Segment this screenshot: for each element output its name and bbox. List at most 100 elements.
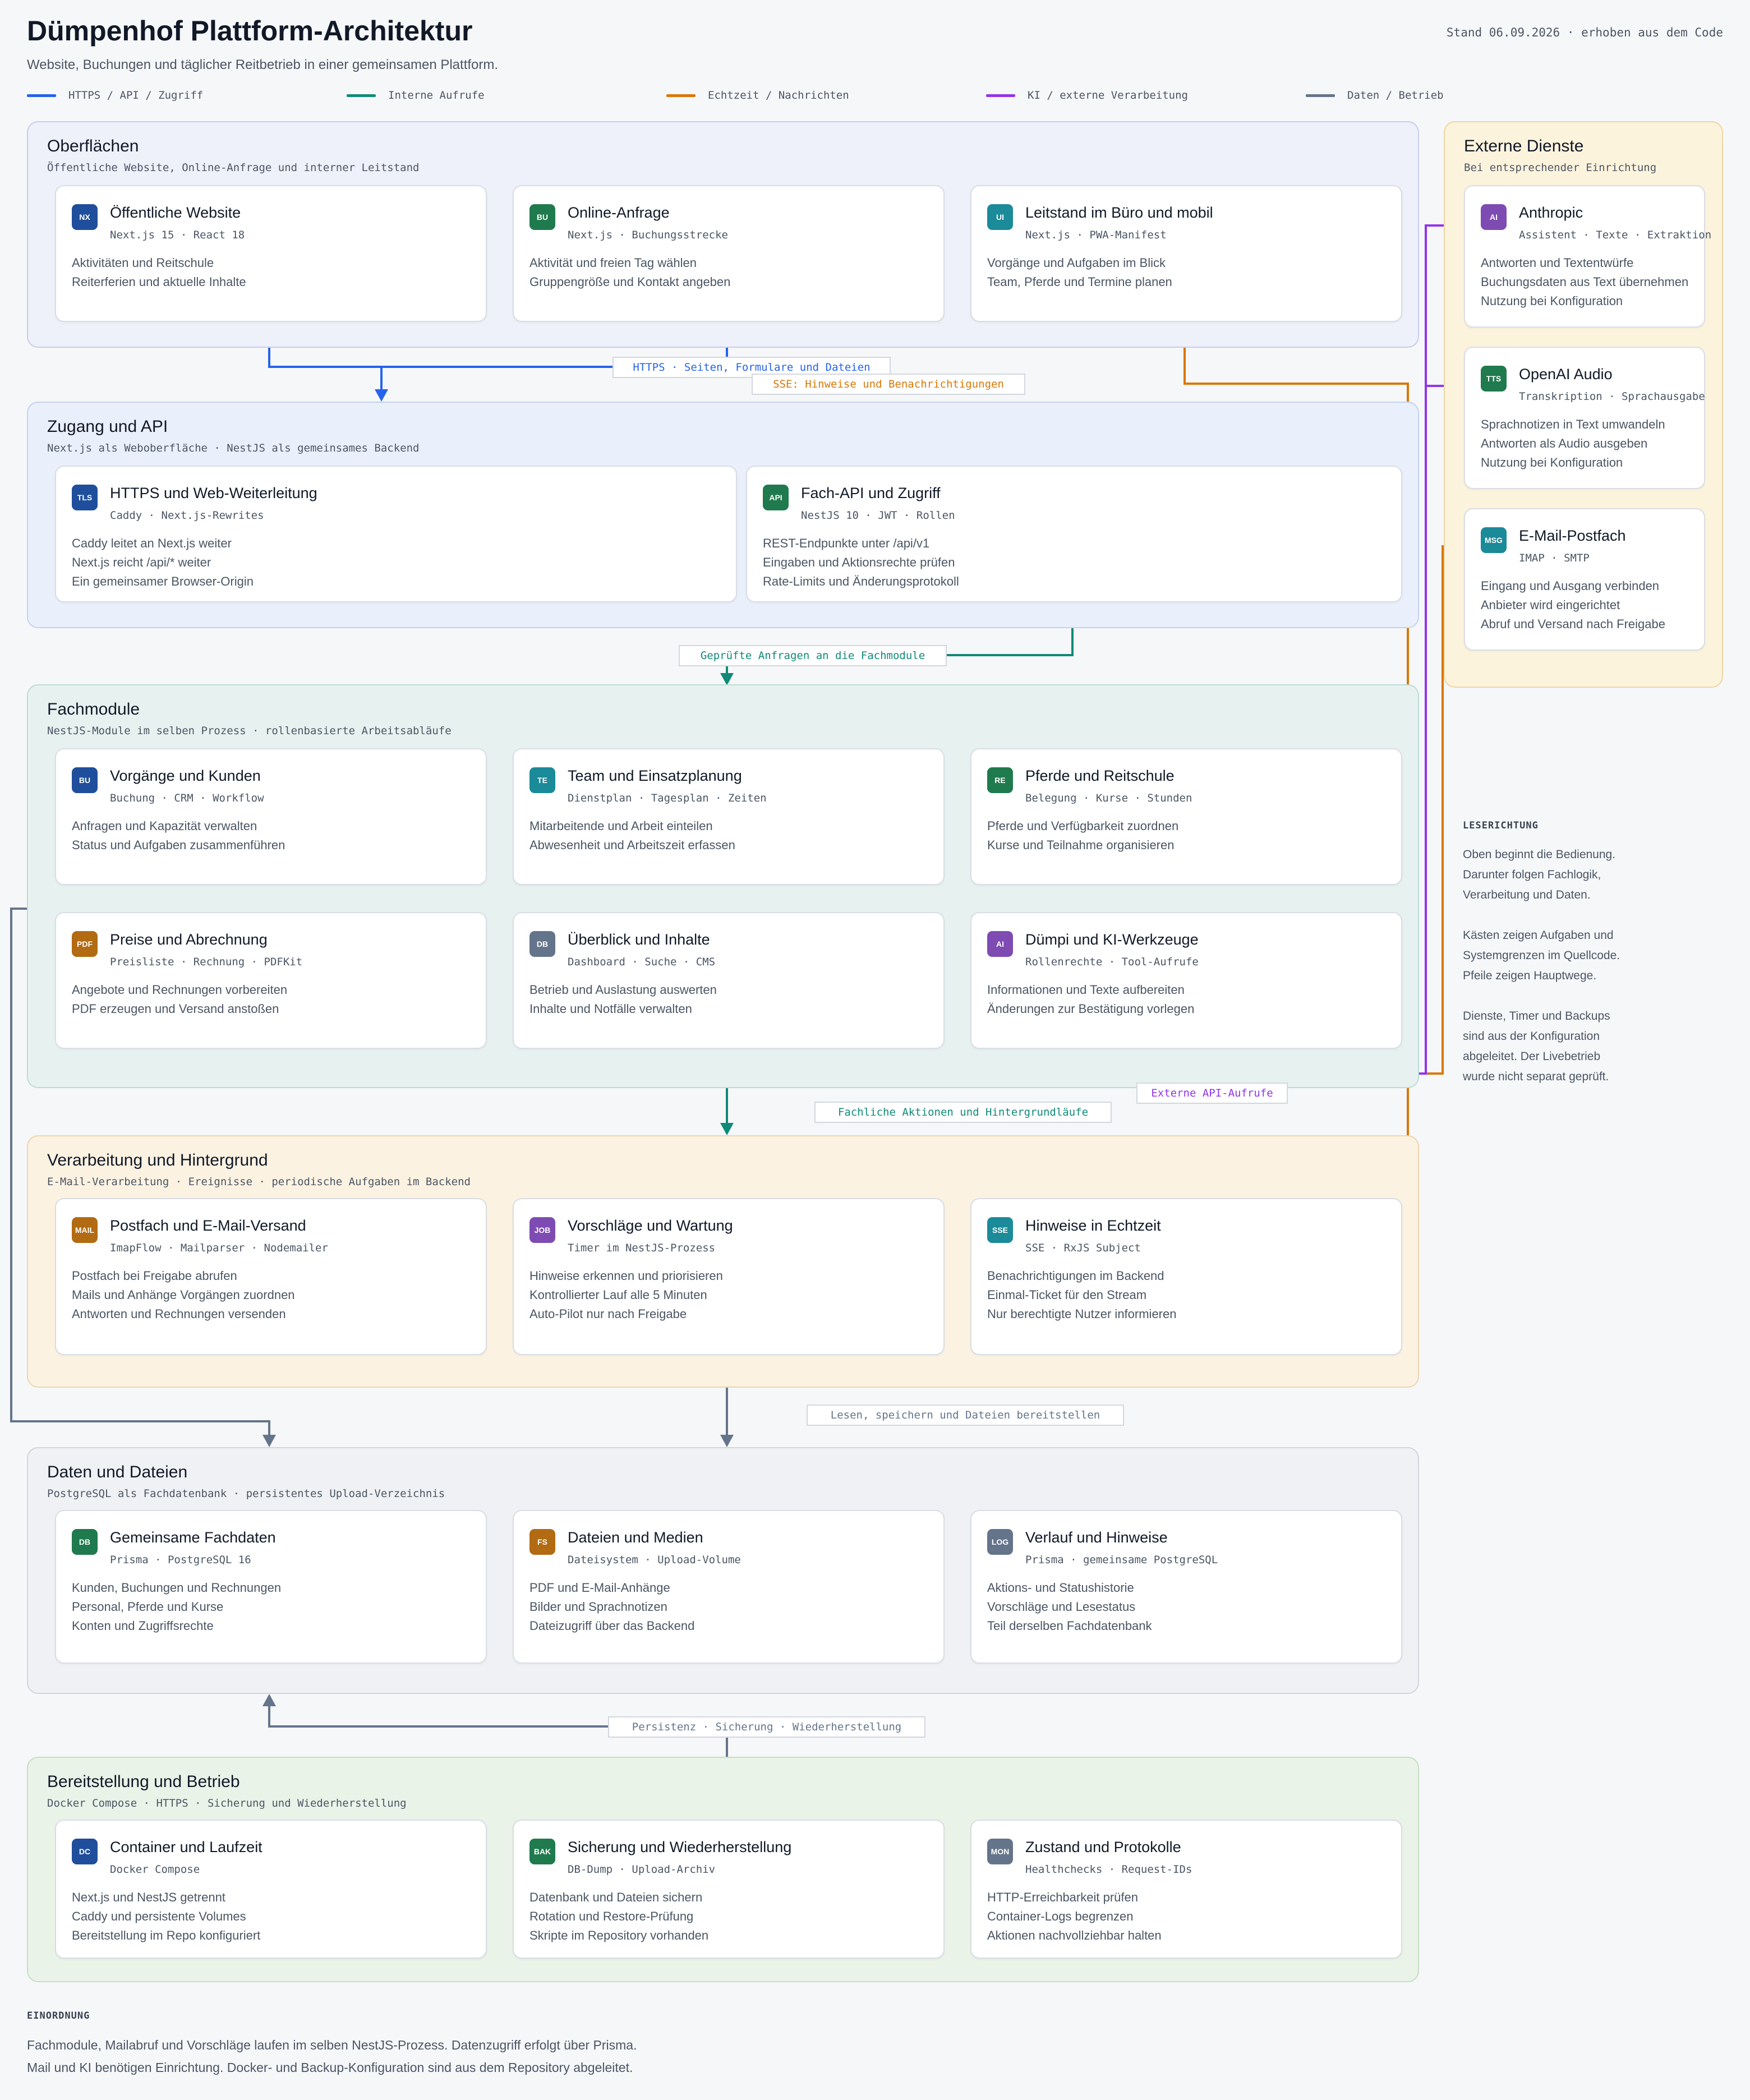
card-title: Sicherung und Wiederherstellung: [568, 1839, 792, 1855]
section-title: Externe Dienste: [1464, 137, 1584, 155]
section-title: Fachmodule: [47, 700, 140, 719]
card-title: Online-Anfrage: [568, 204, 670, 221]
card-line: Betrieb und Auslastung auswerten: [529, 983, 717, 997]
card-verarbeitung-0: MAIL Postfach und E-Mail-Versand ImapFlow …: [55, 1198, 487, 1355]
card-badge-icon: AI: [1481, 204, 1507, 230]
card-line: Antworten und Rechnungen versenden: [72, 1307, 286, 1321]
connector-label-gepruefte: Geprüfte Anfragen an die Fachmodule: [679, 645, 947, 666]
card-tech: Timer im NestJS-Prozess: [568, 1242, 716, 1254]
card-line: Kurse und Teilnahme organisieren: [987, 838, 1175, 852]
card-badge-icon: LOG: [987, 1529, 1013, 1555]
card-line: Kunden, Buchungen und Rechnungen: [72, 1581, 282, 1595]
card-tech: Dashboard · Suche · CMS: [568, 956, 716, 968]
card-fachmodule-5: AI Dümpi und KI-Werkzeuge Rollenrechte · T…: [970, 912, 1402, 1049]
card-line: Eingaben und Aktionsrechte prüfen: [763, 555, 955, 569]
card-tech: Prisma · gemeinsame PostgreSQL: [1025, 1554, 1218, 1566]
card-oberflaechen-2: UI Leitstand im Büro und mobil Next.js · P…: [970, 185, 1402, 322]
card-title: Zustand und Protokolle: [1025, 1839, 1181, 1855]
card-title: Verlauf und Hinweise: [1025, 1529, 1168, 1546]
card-line: Dateizugriff über das Backend: [529, 1619, 695, 1633]
section-title: Oberflächen: [47, 137, 139, 155]
card-line: Aktionen nachvollziehbar halten: [987, 1928, 1162, 1942]
section-title: Verarbeitung und Hintergrund: [47, 1151, 268, 1169]
section-oberflaechen: Oberflächen Öffentliche Website, Online-A…: [27, 121, 1419, 348]
card-tech: Dienstplan · Tagesplan · Zeiten: [568, 792, 767, 804]
card-line: Abruf und Versand nach Freigabe: [1481, 617, 1666, 631]
card-line: Auto-Pilot nur nach Freigabe: [529, 1307, 687, 1321]
card-tech: Assistent · Texte · Extraktion: [1519, 229, 1712, 241]
card-description: Kunden, Buchungen und Rechnungen Personal…: [72, 1578, 281, 1636]
card-fachmodule-2: RE Pferde und Reitschule Belegung · Kurse …: [970, 748, 1402, 885]
section-subtitle: Docker Compose · HTTPS · Sicherung und W…: [47, 1797, 407, 1809]
card-extern-2: MSG E-Mail-Postfach IMAP · SMTP Eingang und…: [1464, 508, 1705, 651]
card-line: Status und Aufgaben zusammenführen: [72, 838, 285, 852]
card-title: Team und Einsatzplanung: [568, 767, 742, 784]
card-badge-icon: NX: [72, 204, 98, 230]
connector-label-persistenz: Persistenz · Sicherung · Wiederherstellu…: [608, 1716, 925, 1738]
card-line: Benachrichtigungen im Backend: [987, 1269, 1164, 1283]
card-description: Eingang und Ausgang verbinden Anbieter wi…: [1481, 577, 1665, 634]
leserichtung-line: Dienste, Timer und Backups: [1463, 1010, 1610, 1023]
section-subtitle: Öffentliche Website, Online-Anfrage und …: [47, 162, 420, 174]
card-title: Container und Laufzeit: [110, 1839, 262, 1855]
card-oberflaechen-1: BU Online-Anfrage Next.js · Buchungsstreck…: [513, 185, 945, 322]
card-line: HTTP-Erreichbarkeit prüfen: [987, 1890, 1138, 1904]
card-line: Container-Logs begrenzen: [987, 1909, 1134, 1923]
card-tech: Rollenrechte · Tool-Aufrufe: [1025, 956, 1199, 968]
card-tech: Docker Compose: [110, 1863, 200, 1876]
arrow-head-https: [375, 389, 388, 402]
card-badge-icon: RE: [987, 767, 1013, 793]
section-verarbeitung: Verarbeitung und Hintergrund E-Mail-Verar…: [27, 1135, 1419, 1388]
card-description: Benachrichtigungen im Backend Einmal-Tick…: [987, 1267, 1176, 1324]
card-title: Fach-API und Zugriff: [801, 485, 941, 501]
card-badge-icon: AI: [987, 931, 1013, 957]
card-line: Datenbank und Dateien sichern: [529, 1890, 703, 1904]
card-line: Team, Pferde und Termine planen: [987, 275, 1172, 289]
card-tech: Caddy · Next.js-Rewrites: [110, 509, 264, 522]
card-title: Vorschläge und Wartung: [568, 1217, 733, 1234]
card-line: Vorschläge und Lesestatus: [987, 1600, 1136, 1614]
card-line: Postfach bei Freigabe abrufen: [72, 1269, 237, 1283]
section-fachmodule: Fachmodule NestJS-Module im selben Prozes…: [27, 684, 1419, 1088]
card-title: OpenAI Audio: [1519, 366, 1613, 383]
card-description: Aktivität und freien Tag wählen Gruppengr…: [529, 254, 730, 292]
leserichtung-line: abgeleitet. Der Livebetrieb: [1463, 1050, 1601, 1063]
card-tech: NestJS 10 · JWT · Rollen: [801, 509, 955, 522]
card-line: Mitarbeitende und Arbeit einteilen: [529, 819, 713, 833]
card-line: Änderungen zur Bestätigung vorlegen: [987, 1002, 1195, 1016]
card-line: Einmal-Ticket für den Stream: [987, 1288, 1147, 1302]
arrow-head-daten-left: [262, 1435, 276, 1447]
card-line: PDF erzeugen und Versand anstoßen: [72, 1002, 279, 1016]
card-tech: Healthchecks · Request-IDs: [1025, 1863, 1192, 1876]
card-line: Informationen und Texte aufbereiten: [987, 983, 1185, 997]
card-daten-0: DB Gemeinsame Fachdaten Prisma · PostgreSQ…: [55, 1510, 487, 1664]
card-zugang-0: TLS HTTPS und Web-Weiterleitung Caddy · Ne…: [55, 466, 737, 602]
card-line: Inhalte und Notfälle verwalten: [529, 1002, 692, 1016]
leserichtung-line: sind aus der Konfiguration: [1463, 1030, 1600, 1043]
card-badge-icon: BU: [72, 767, 98, 793]
card-description: Betrieb und Auslastung auswerten Inhalte …: [529, 980, 717, 1019]
card-line: Nur berechtigte Nutzer informieren: [987, 1307, 1177, 1321]
card-zugang-1: API Fach-API und Zugriff NestJS 10 · JWT ·…: [746, 466, 1402, 602]
arrow-head-betrieb: [262, 1694, 276, 1706]
card-line: Vorgänge und Aufgaben im Blick: [987, 256, 1166, 270]
connector-label-sse: SSE: Hinweise und Benachrichtigungen: [752, 374, 1025, 395]
card-badge-icon: SSE: [987, 1217, 1013, 1243]
section-extern: Externe Dienste Bei entsprechender Einric…: [1444, 121, 1723, 688]
leserichtung-paragraph-1: Oben beginnt die Bedienung. Darunter fol…: [1463, 845, 1620, 905]
card-badge-icon: DB: [72, 1529, 98, 1555]
card-tech: Next.js 15 · React 18: [110, 229, 245, 241]
card-title: Überblick und Inhalte: [568, 931, 710, 948]
leserichtung-line: Verarbeitung und Daten.: [1463, 888, 1591, 901]
card-fachmodule-1: TE Team und Einsatzplanung Dienstplan · Ta…: [513, 748, 945, 885]
section-subtitle: E-Mail-Verarbeitung · Ereignisse · perio…: [47, 1176, 471, 1188]
card-betrieb-0: DC Container und Laufzeit Docker Compose Ne…: [55, 1820, 487, 1959]
card-description: Caddy leitet an Next.js weiter Next.js re…: [72, 534, 254, 591]
card-badge-icon: UI: [987, 204, 1013, 230]
leserichtung-paragraph-2: Kästen zeigen Aufgaben und Systemgrenzen…: [1463, 925, 1620, 986]
card-tech: ImapFlow · Mailparser · Nodemailer: [110, 1242, 328, 1254]
card-verarbeitung-1: JOB Vorschläge und Wartung Timer im NestJS…: [513, 1198, 945, 1355]
card-line: Kontrollierter Lauf alle 5 Minuten: [529, 1288, 707, 1302]
card-description: Mitarbeitende und Arbeit einteilen Abwese…: [529, 817, 735, 855]
card-tech: Prisma · PostgreSQL 16: [110, 1554, 251, 1566]
